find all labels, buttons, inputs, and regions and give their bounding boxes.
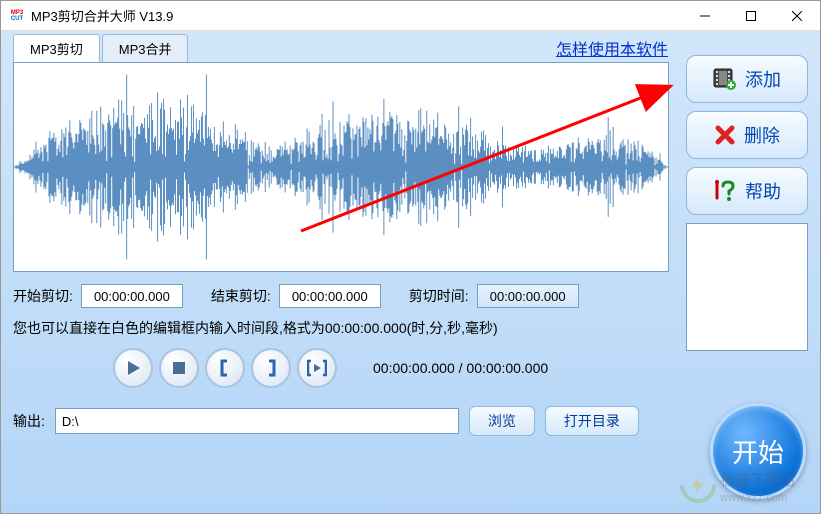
cut-duration-display: 00:00:00.000 [477, 284, 579, 308]
tabs: MP3剪切 MP3合并 [13, 34, 190, 62]
delete-x-icon [714, 124, 736, 146]
help-button-label: 帮助 [745, 178, 781, 204]
add-button-label: 添加 [745, 66, 781, 92]
start-cut-input[interactable] [81, 284, 183, 308]
bracket-close-icon [262, 359, 280, 377]
progress-text: 00:00:00.000 / 00:00:00.000 [373, 360, 548, 376]
start-button[interactable]: 开始 [710, 403, 806, 499]
tab-merge[interactable]: MP3合并 [102, 34, 189, 62]
titlebar: MP3CUT MP3剪切合并大师 V13.9 [1, 1, 820, 31]
hint-text: 您也可以直接在白色的编辑框内输入时间段,格式为00:00:00.000(时,分,… [13, 318, 669, 338]
bracket-open-icon [216, 359, 234, 377]
play-selection-button[interactable] [297, 348, 337, 388]
titlebar-left: MP3CUT MP3剪切合并大师 V13.9 [1, 6, 173, 25]
stop-icon [171, 360, 187, 376]
minimize-button[interactable] [682, 1, 728, 31]
cut-duration-label: 剪切时间: [409, 286, 469, 306]
waveform-display[interactable] [13, 62, 669, 272]
window-title: MP3剪切合并大师 V13.9 [31, 6, 173, 25]
app-icon: MP3CUT [9, 8, 25, 24]
start-button-label: 开始 [732, 433, 784, 470]
tab-cut[interactable]: MP3剪切 [13, 34, 100, 62]
right-panel: 添加 删除 帮助 [686, 55, 808, 351]
play-icon [124, 359, 142, 377]
stop-button[interactable] [159, 348, 199, 388]
playback-controls: 00:00:00.000 / 00:00:00.000 [13, 348, 669, 388]
delete-button-label: 删除 [744, 122, 780, 148]
film-add-icon [713, 68, 737, 90]
preview-box [686, 223, 808, 351]
end-cut-label: 结束剪切: [211, 286, 271, 306]
end-cut-input[interactable] [279, 284, 381, 308]
help-icon [713, 180, 737, 202]
close-button[interactable] [774, 1, 820, 31]
maximize-button[interactable] [728, 1, 774, 31]
open-folder-button[interactable]: 打开目录 [545, 406, 639, 436]
output-row: 输出: 浏览 打开目录 [13, 406, 669, 436]
start-cut-label: 开始剪切: [13, 286, 73, 306]
play-button[interactable] [113, 348, 153, 388]
app-window: MP3CUT MP3剪切合并大师 V13.9 MP3剪切 MP3合并 怎样使用本… [0, 0, 821, 514]
mark-start-button[interactable] [205, 348, 245, 388]
window-controls [682, 1, 820, 31]
browse-button[interactable]: 浏览 [469, 406, 535, 436]
help-link[interactable]: 怎样使用本软件 [556, 36, 668, 60]
output-path-input[interactable] [55, 408, 459, 434]
delete-button[interactable]: 删除 [686, 111, 808, 159]
time-row: 开始剪切: 结束剪切: 剪切时间: 00:00:00.000 [13, 284, 669, 308]
waveform-svg [14, 63, 668, 271]
content-area: MP3剪切 MP3合并 怎样使用本软件 开始剪切: 结 [1, 31, 820, 513]
output-label: 输出: [13, 411, 45, 431]
help-button[interactable]: 帮助 [686, 167, 808, 215]
add-button[interactable]: 添加 [686, 55, 808, 103]
bracket-play-icon [307, 359, 327, 377]
mark-end-button[interactable] [251, 348, 291, 388]
